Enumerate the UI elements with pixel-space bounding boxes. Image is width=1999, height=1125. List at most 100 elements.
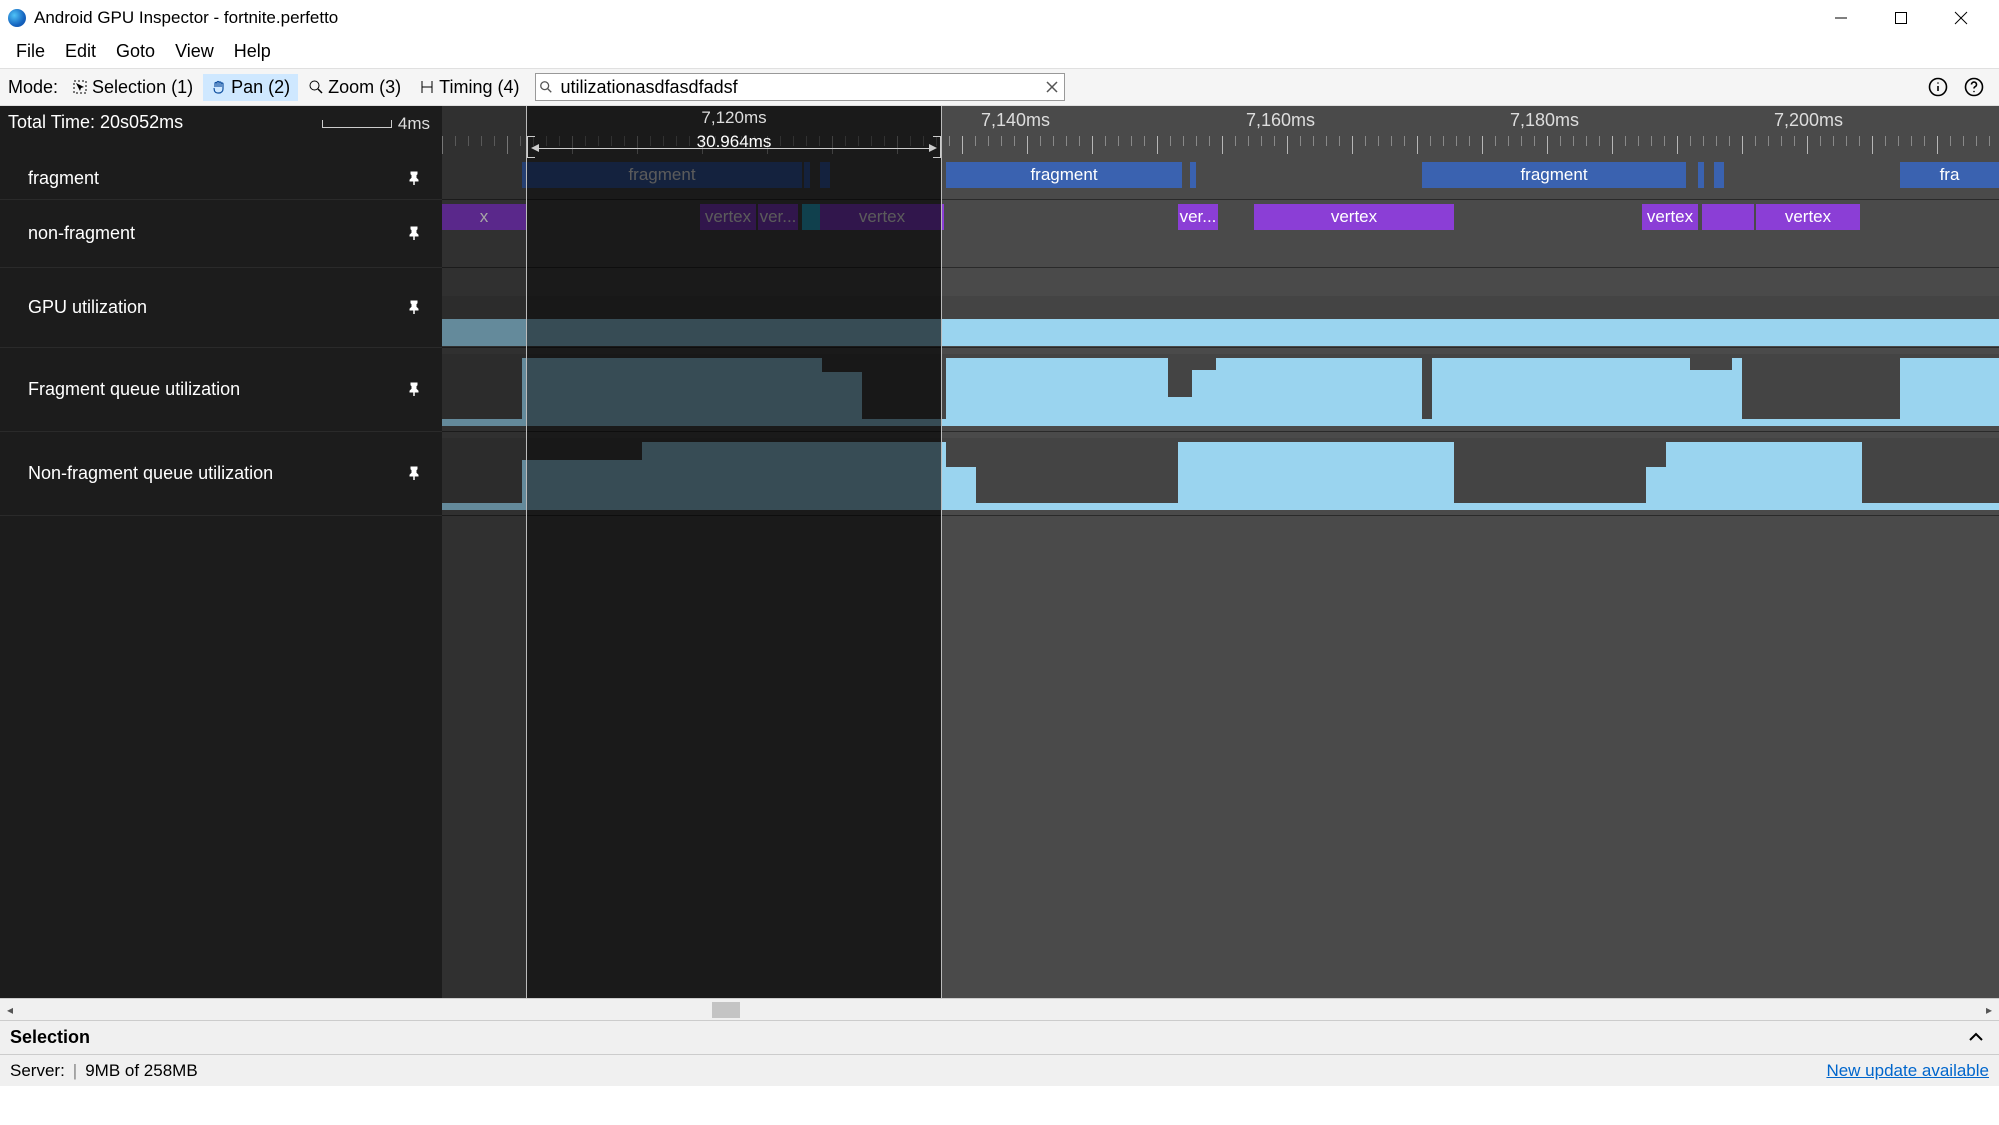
expand-panel-button[interactable] [1963,1025,1989,1051]
clear-search-button[interactable] [1040,81,1064,93]
close-button[interactable] [1931,0,1991,36]
slice[interactable]: vertex [700,204,756,230]
track-lane-non-fragment[interactable]: xvertexver...vertexver...vertexvertexver… [442,200,1999,268]
zoom-icon [308,79,324,95]
slice[interactable]: vertex [1756,204,1860,230]
util-span [1168,397,1192,426]
util-span [1432,358,1690,426]
util-span [1900,358,1999,426]
title-bar: Android GPU Inspector - fortnite.perfett… [0,0,1999,36]
util-span [1732,358,1742,426]
server-label: Server: [10,1061,65,1081]
slice[interactable] [1702,204,1754,230]
slice[interactable]: x [442,204,526,230]
slice[interactable]: fra [1900,162,1999,188]
util-span [1690,370,1732,426]
menu-edit[interactable]: Edit [55,37,106,66]
util-span [1192,370,1216,426]
mode-selection-button[interactable]: Selection (1) [64,74,201,101]
track-header-gpu-util[interactable]: GPU utilization [0,268,442,348]
slice[interactable]: vertex [1642,204,1698,230]
maximize-button[interactable] [1871,0,1931,36]
util-span [976,503,1178,510]
search-input[interactable] [556,75,1040,100]
util-span [1178,442,1454,510]
slice[interactable] [1698,162,1704,188]
slice[interactable] [1190,162,1196,188]
time-ruler[interactable]: 7,140ms7,160ms7,180ms7,200ms [442,106,1999,158]
util-span [862,419,946,426]
mode-zoom-label: Zoom (3) [328,77,401,98]
scroll-right-button[interactable]: ▸ [1979,999,1999,1021]
track-lane-frag-q[interactable] [442,348,1999,432]
selection-panel-header[interactable]: Selection [0,1020,1999,1054]
help-button[interactable] [1957,72,1991,102]
pin-icon[interactable] [406,225,424,243]
ruler-tick-label: 7,180ms [1510,110,1579,131]
track-header-frag-q[interactable]: Fragment queue utilization [0,348,442,432]
scale-value: 4ms [398,114,430,134]
menu-file[interactable]: File [6,37,55,66]
track-header-fragment[interactable]: fragment [0,158,442,200]
scale-bar-icon [322,120,392,128]
slice[interactable] [1714,162,1724,188]
ruler-left: Total Time: 20s052ms 4ms [0,106,442,158]
menu-bar: File Edit Goto View Help [0,36,1999,68]
mode-timing-button[interactable]: Timing (4) [411,74,527,101]
mode-timing-label: Timing (4) [439,77,519,98]
ruler-tick-label: 7,160ms [1246,110,1315,131]
slice[interactable]: fragment [946,162,1182,188]
util-span [1646,467,1666,510]
slice[interactable] [802,204,820,230]
slice[interactable]: vertex [1254,204,1454,230]
slice[interactable]: fragment [1422,162,1686,188]
slice[interactable]: vertex [820,204,944,230]
pin-icon[interactable] [406,170,424,188]
menu-view[interactable]: View [165,37,224,66]
util-span [1422,419,1432,426]
pin-icon[interactable] [406,299,424,317]
total-time-label: Total Time: 20s052ms [8,112,183,133]
util-span [522,358,822,426]
selection-cursor-icon [72,79,88,95]
util-span [822,372,862,426]
horizontal-scrollbar[interactable]: ◂ ▸ [0,998,1999,1020]
track-lane-fragment[interactable]: fragment fragment fragment fra [442,158,1999,200]
slice[interactable]: ver... [1178,204,1218,230]
selection-panel-title: Selection [10,1027,90,1048]
util-span [1454,503,1646,510]
util-lane [442,354,1999,426]
minimize-button[interactable] [1811,0,1871,36]
track-lane-gpu-util[interactable] [442,268,1999,348]
slice[interactable] [820,162,830,188]
mode-label: Mode: [8,77,58,98]
scroll-left-button[interactable]: ◂ [0,999,20,1021]
pin-icon[interactable] [406,465,424,483]
timeline[interactable]: Total Time: 20s052ms 4ms fragmentnon-fra… [0,106,1999,998]
track-header-non-fragment[interactable]: non-fragment [0,200,442,268]
util-lane [442,438,1999,510]
search-icon [536,80,556,94]
mode-pan-button[interactable]: Pan (2) [203,74,298,101]
util-span [1862,503,1999,510]
track-header-nonfrag-q[interactable]: Non-fragment queue utilization [0,432,442,516]
slice[interactable] [804,162,810,188]
pin-icon[interactable] [406,381,424,399]
mode-zoom-button[interactable]: Zoom (3) [300,74,409,101]
track-label: GPU utilization [28,297,147,318]
info-button[interactable] [1921,72,1955,102]
toolbar: Mode: Selection (1) Pan (2) Zoom (3) Tim… [0,68,1999,106]
timing-icon [419,79,435,95]
menu-goto[interactable]: Goto [106,37,165,66]
util-span [642,442,946,510]
slice[interactable]: ver... [758,204,798,230]
tracks-column[interactable]: 7,140ms7,160ms7,180ms7,200ms 7,120ms 30.… [442,106,1999,998]
util-span [1894,331,1904,346]
search-box[interactable] [535,73,1065,101]
scroll-thumb[interactable] [712,1002,740,1018]
slice[interactable]: fragment [522,162,802,188]
util-span [442,503,522,510]
track-lane-nonfrag-q[interactable] [442,432,1999,516]
new-update-link[interactable]: New update available [1826,1061,1989,1081]
menu-help[interactable]: Help [224,37,281,66]
